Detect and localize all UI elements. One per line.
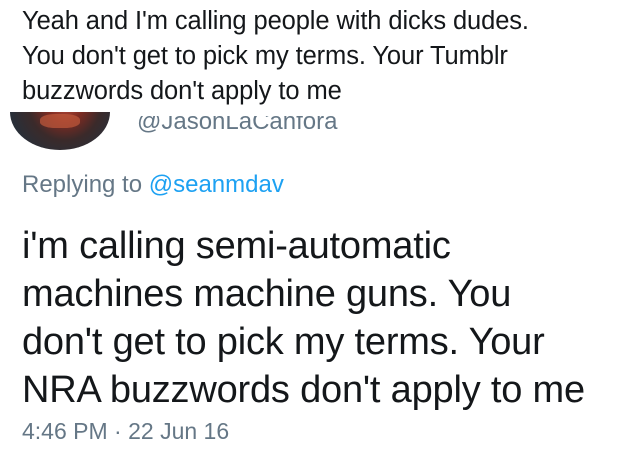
tweet-text-line: machines machine guns. You <box>22 273 512 315</box>
tweet-text-line: NRA buzzwords don't apply to me <box>22 369 585 411</box>
tweet-text: i'm calling semi-automatic machines mach… <box>22 222 634 414</box>
tweet-text-line: i'm calling semi-automatic <box>22 225 451 267</box>
tweet-timestamp[interactable]: 4:46 PM · 22 Jun 16 <box>22 416 229 446</box>
quoted-tweet-text: Yeah and I'm calling people with dicks d… <box>22 4 632 109</box>
quoted-tweet-line: buzzwords don't apply to me <box>22 77 342 105</box>
tweet-text-line: don't get to pick my terms. Your <box>22 321 545 363</box>
author-handle[interactable]: @JasonLaCanfora <box>137 116 337 136</box>
quoted-tweet-line: Yeah and I'm calling people with dicks d… <box>22 7 529 35</box>
replying-to-label: Replying to <box>22 171 149 198</box>
tweet-screenshot: Yeah and I'm calling people with dicks d… <box>0 0 640 468</box>
replying-to-line: Replying to @seanmdav <box>22 170 284 200</box>
reply-mention-link[interactable]: @seanmdav <box>149 171 284 198</box>
quoted-tweet-line: You don't get to pick my terms. Your Tum… <box>22 42 508 70</box>
